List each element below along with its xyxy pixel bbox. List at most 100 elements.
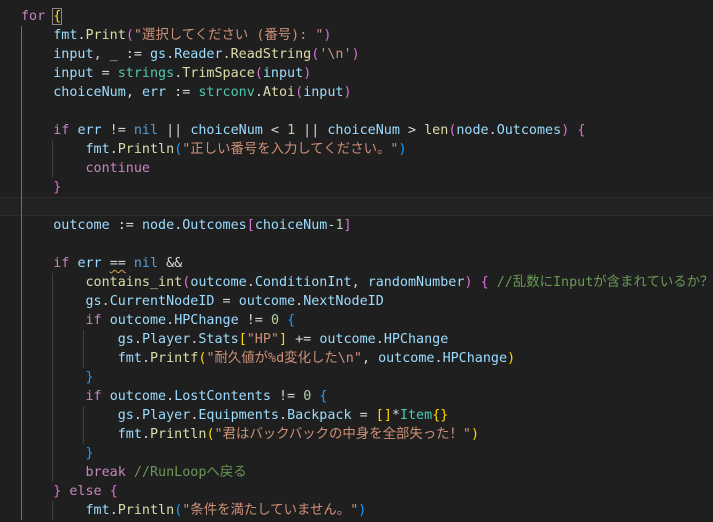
code-token: ) xyxy=(464,275,473,290)
code-token: if xyxy=(85,389,102,404)
code-line[interactable]: input, _ := gs.Reader.ReadString('\n') xyxy=(0,45,713,64)
code-token: outcome xyxy=(378,351,435,366)
code-text: } xyxy=(21,178,61,197)
code-token: . xyxy=(375,332,384,347)
code-text: outcome := node.Outcomes[choiceNum-1] xyxy=(21,216,351,235)
code-token: _ xyxy=(109,47,118,62)
code-token: nil xyxy=(133,256,159,271)
code-line[interactable]: gs.Player.Equipments.Backpack = []*Item{… xyxy=(0,406,713,425)
code-token: CurrentNodeID xyxy=(109,294,215,309)
code-line[interactable]: outcome := node.Outcomes[choiceNum-1] xyxy=(0,216,713,235)
code-line[interactable]: gs.CurrentNodeID = outcome.NextNodeID xyxy=(0,292,713,311)
code-text: gs.Player.Stats["HP"] += outcome.HPChang… xyxy=(21,330,449,349)
code-token: strconv xyxy=(198,85,255,100)
code-text: } xyxy=(21,444,94,463)
code-line[interactable]: if outcome.HPChange != 0 { xyxy=(0,311,713,330)
code-token: len xyxy=(424,123,449,138)
code-token: . xyxy=(141,351,150,366)
code-text: break //RunLoopへ戻る xyxy=(21,463,247,482)
code-line[interactable]: if err == nil && xyxy=(0,254,713,273)
code-line[interactable] xyxy=(0,235,713,254)
code-line[interactable]: if err != nil || choiceNum < 1 || choice… xyxy=(0,121,713,140)
code-token: HPChange xyxy=(383,332,449,347)
code-token: ( xyxy=(254,66,263,81)
code-line[interactable]: choiceNum, err := strconv.Atoi(input) xyxy=(0,83,713,102)
code-token: Println xyxy=(150,427,207,442)
code-line[interactable]: break //RunLoopへ戻る xyxy=(0,463,713,482)
code-line[interactable]: gs.Player.Stats["HP"] += outcome.HPChang… xyxy=(0,330,713,349)
code-line[interactable]: } xyxy=(0,444,713,463)
code-line[interactable]: continue xyxy=(0,159,713,178)
code-token: "HP" xyxy=(246,332,279,347)
code-token: ) xyxy=(358,503,367,518)
code-token: ] xyxy=(279,332,288,347)
code-token: [ xyxy=(246,218,255,233)
code-token: != xyxy=(238,313,271,328)
code-token: . xyxy=(141,427,150,442)
code-editor[interactable]: for { fmt.Print("選択してください (番号): ") input… xyxy=(0,0,713,522)
code-token: . xyxy=(279,408,288,423)
code-text: input, _ := gs.Reader.ReadString('\n') xyxy=(21,45,359,64)
code-line[interactable]: contains_int(outcome.ConditionInt, rando… xyxy=(0,273,713,292)
code-token: > xyxy=(399,123,425,138)
indent-guide xyxy=(21,197,22,216)
code-line[interactable]: fmt.Println("正しい番号を入力してください。") xyxy=(0,140,713,159)
code-token: choiceNum xyxy=(327,123,400,138)
code-token: { xyxy=(109,484,118,499)
code-line[interactable]: for { xyxy=(0,7,713,26)
code-text: fmt.Print("選択してください (番号): ") xyxy=(21,26,331,45)
code-token: "条件を満たしていません。" xyxy=(182,503,359,518)
code-text: } else { xyxy=(21,482,118,501)
code-text: fmt.Println("正しい番号を入力してください。") xyxy=(21,140,407,159)
code-token: fmt xyxy=(85,503,110,518)
code-line[interactable]: } xyxy=(0,368,713,387)
code-token: outcome xyxy=(238,294,296,309)
code-token: Equipments xyxy=(198,408,279,423)
code-line[interactable]: } xyxy=(0,178,713,197)
code-token: ) xyxy=(470,427,480,442)
code-token: Backpack xyxy=(287,408,352,423)
code-token: gs xyxy=(117,332,134,347)
code-token: 1 xyxy=(335,218,344,233)
code-token: = xyxy=(93,66,118,81)
code-token: := xyxy=(117,47,150,62)
code-token: && xyxy=(158,256,183,271)
code-token: } xyxy=(440,408,449,423)
code-token: node xyxy=(141,218,175,233)
code-token: HPChange xyxy=(174,313,239,328)
code-token: //乱数にInputが含まれているか？ xyxy=(496,275,713,290)
code-line[interactable]: fmt.Print("選択してください (番号): ") xyxy=(0,26,713,45)
code-line[interactable] xyxy=(0,102,713,121)
code-token: randomNumber xyxy=(367,275,465,290)
code-token: , xyxy=(361,351,379,366)
code-token: Atoi xyxy=(262,85,296,100)
code-token: { xyxy=(577,123,586,138)
code-line[interactable]: fmt.Printf("耐久値が%d変化した\n", outcome.HPCha… xyxy=(0,349,713,368)
code-text: continue xyxy=(21,159,151,178)
code-text: input = strings.TrimSpace(input) xyxy=(21,64,311,83)
code-token: = xyxy=(351,408,376,423)
code-line[interactable] xyxy=(0,197,713,216)
code-token: ) xyxy=(323,28,332,43)
code-token: . xyxy=(133,408,142,423)
code-token: . xyxy=(109,142,118,157)
indent-guide xyxy=(21,102,22,121)
code-line[interactable]: if outcome.LostContents != 0 { xyxy=(0,387,713,406)
code-token: fmt xyxy=(117,351,142,366)
code-line[interactable]: fmt.Println("君はバックバックの中身を全部失った！") xyxy=(0,425,713,444)
code-line[interactable]: input = strings.TrimSpace(input) xyxy=(0,64,713,83)
code-token: Reader xyxy=(174,47,223,62)
code-line[interactable]: } else { xyxy=(0,482,713,501)
code-line[interactable]: fmt.Println("条件を満たしていません。") xyxy=(0,501,713,520)
code-token: . xyxy=(254,85,263,100)
code-token: { xyxy=(480,275,489,290)
